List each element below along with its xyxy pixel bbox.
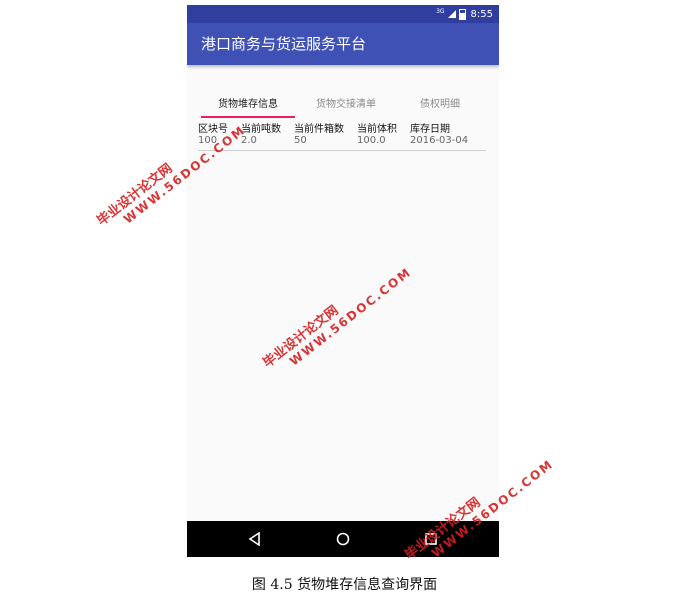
tab-debt-detail[interactable]: 债权明细	[393, 85, 487, 119]
figure-caption: 图 4.5 货物堆存信息查询界面	[251, 577, 438, 593]
tab-storage-info[interactable]: 货物堆存信息	[201, 85, 295, 119]
app-bar: 港口商务与货运服务平台	[187, 23, 499, 65]
table-cell: 50	[294, 135, 307, 146]
status-time: 8:55	[470, 8, 493, 20]
app-title: 港口商务与货运服务平台	[201, 35, 367, 53]
row-divider	[198, 150, 486, 151]
home-icon[interactable]	[331, 521, 355, 557]
battery-icon	[458, 8, 466, 20]
signal-icon	[447, 10, 456, 18]
network-type: 3G	[436, 7, 445, 15]
status-bar: 3G 8:55	[187, 5, 499, 23]
tab-handover-list[interactable]: 货物交接清单	[299, 85, 393, 119]
phone-screen: 3G 8:55 港口商务与货运服务平台 货物堆存信息 货物交接清单 债权明细 区…	[187, 5, 499, 557]
tab-label: 货物交接清单	[316, 98, 376, 110]
tab-bar: 货物堆存信息 货物交接清单 债权明细	[187, 85, 499, 119]
tab-label: 债权明细	[420, 98, 460, 110]
table-cell: 100.0	[357, 135, 386, 146]
header-cell: 当前体积	[357, 124, 397, 135]
back-icon[interactable]	[243, 521, 267, 557]
header-cell: 库存日期	[410, 124, 450, 135]
header-cell: 当前件箱数	[294, 124, 344, 135]
table-cell: 2016-03-04	[410, 135, 469, 146]
